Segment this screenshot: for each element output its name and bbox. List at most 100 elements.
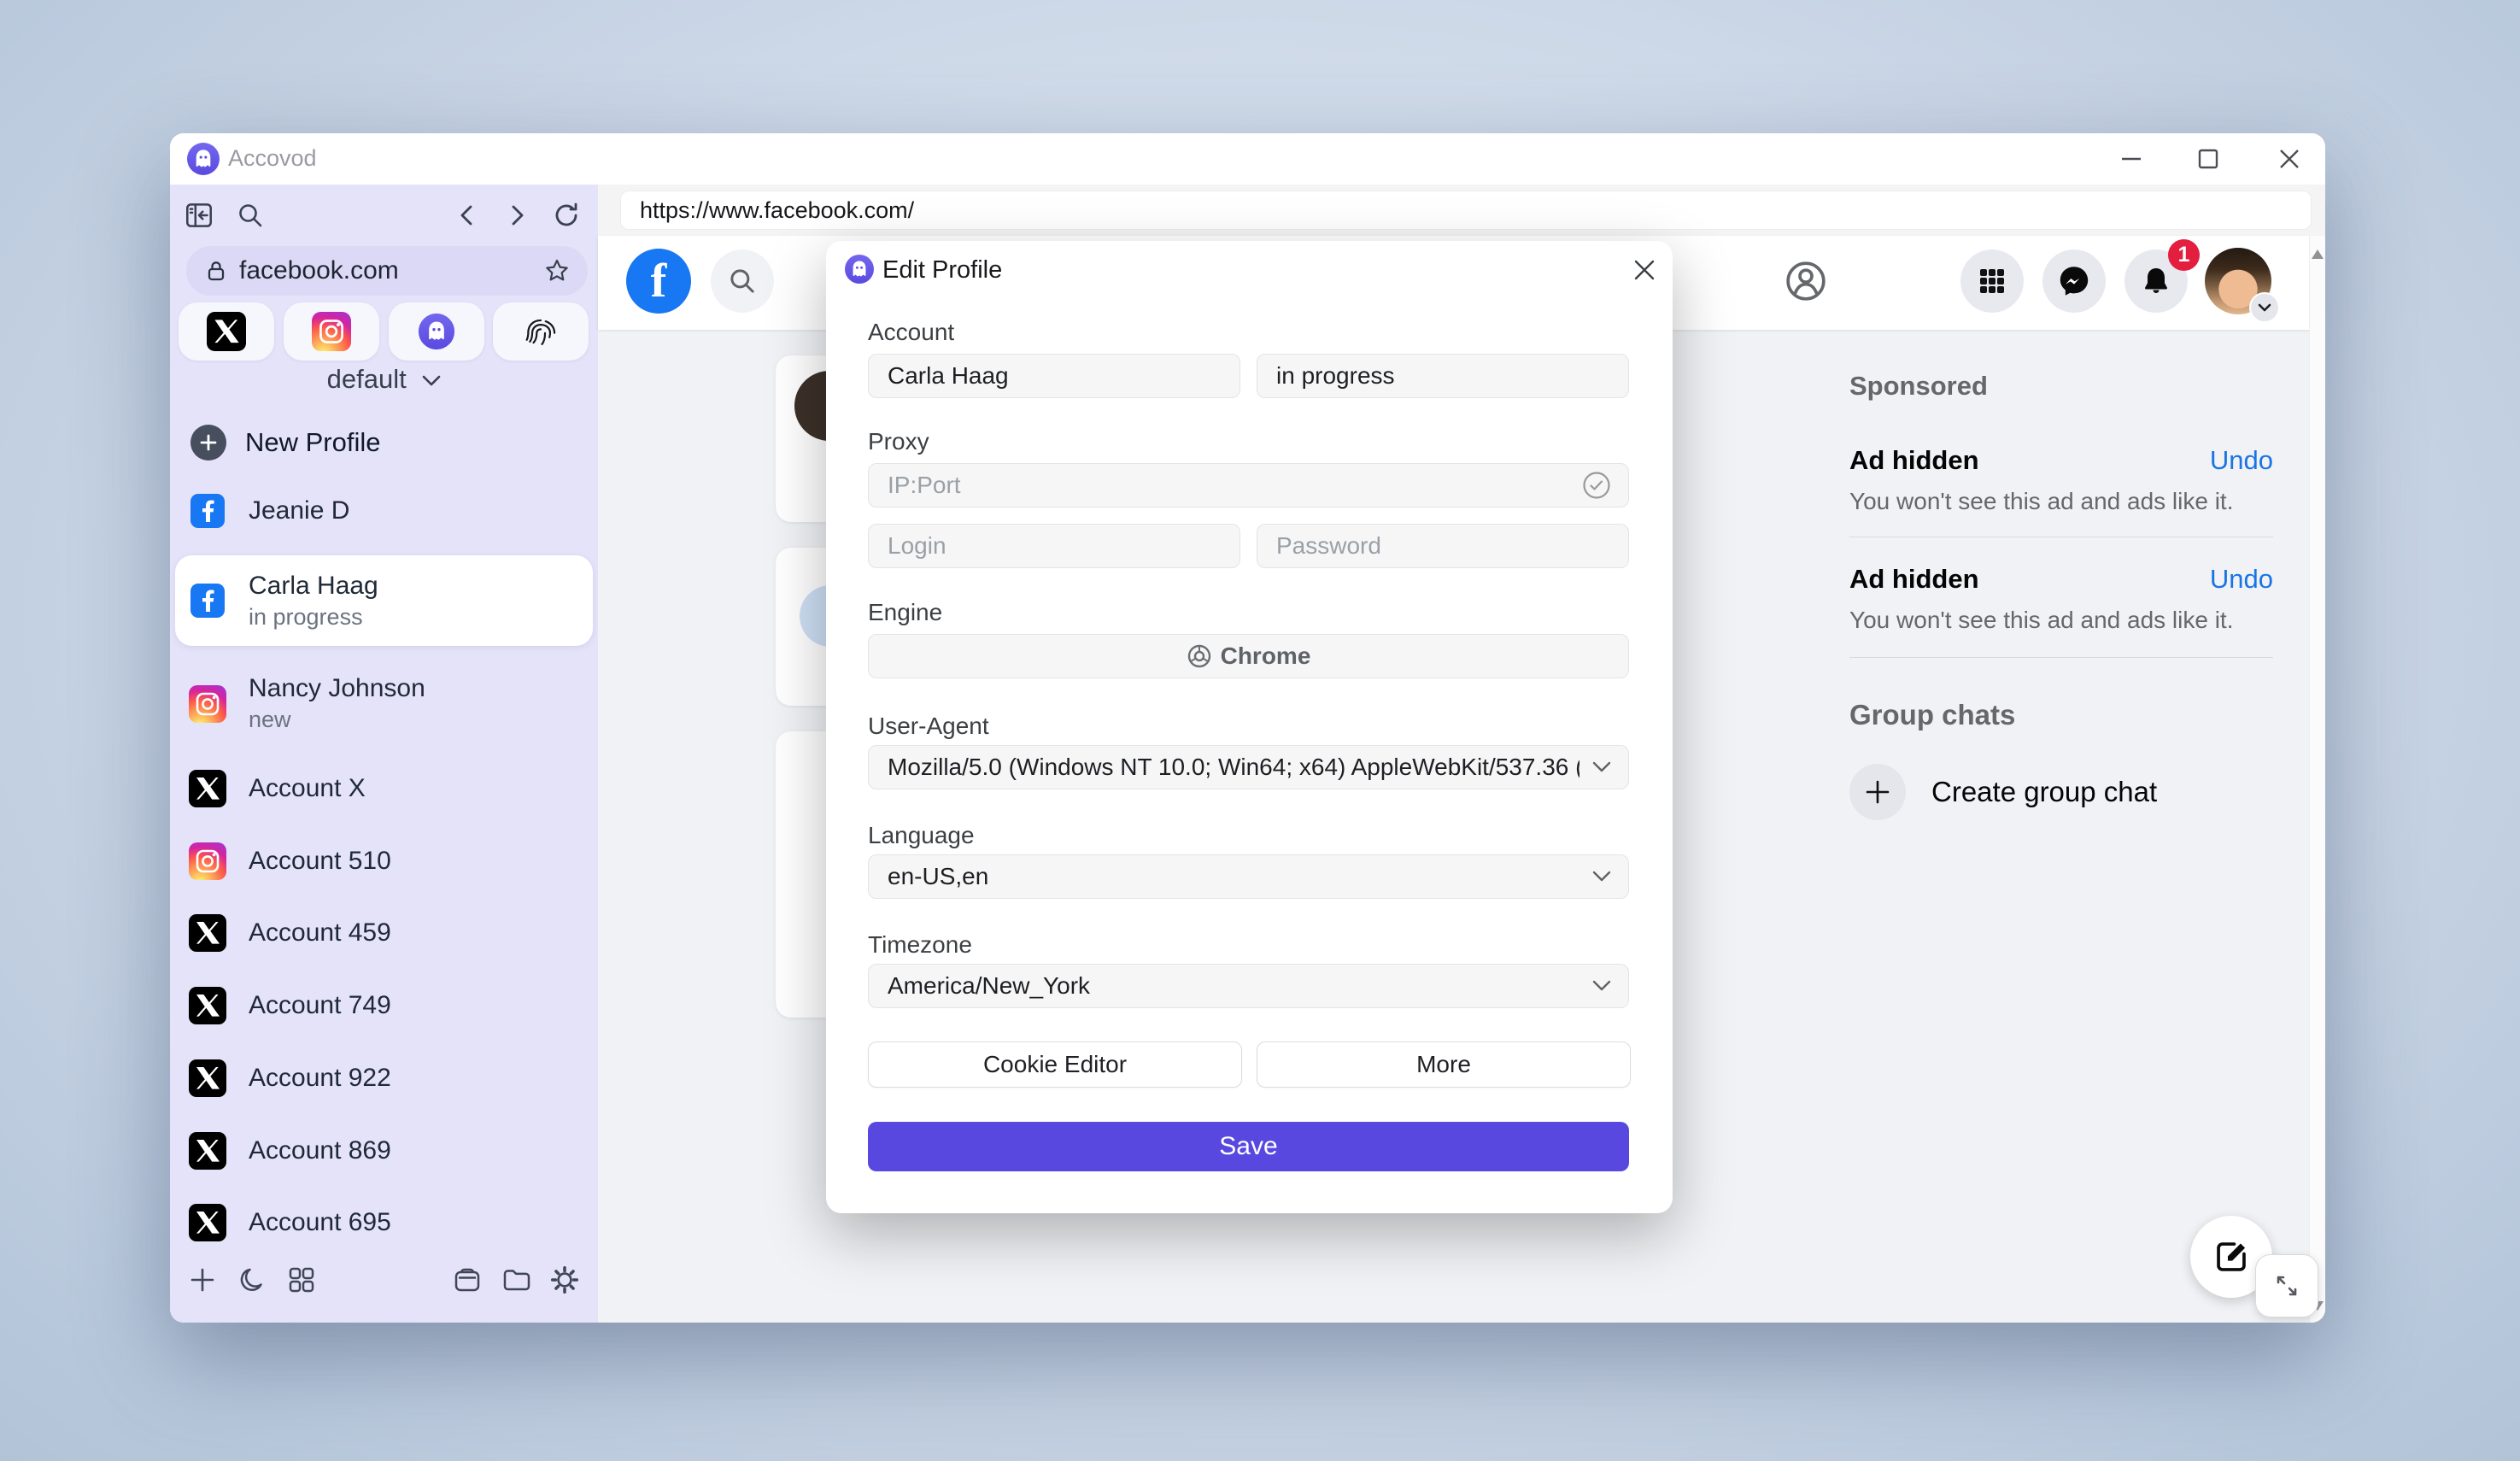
user-agent-value: Mozilla/5.0 (Windows NT 10.0; Win64; x64… bbox=[888, 754, 1579, 781]
timezone-value: America/New_York bbox=[888, 972, 1090, 1000]
menu-grid-button[interactable] bbox=[1960, 249, 2024, 313]
proxy-login-input[interactable]: Login bbox=[868, 524, 1240, 568]
accovod-window: Accovod bbox=[170, 133, 2325, 1323]
x-icon bbox=[189, 1132, 226, 1170]
sidebar: facebook.com bbox=[170, 185, 598, 1323]
close-button[interactable] bbox=[2264, 142, 2315, 176]
cookie-editor-button[interactable]: Cookie Editor bbox=[868, 1041, 1242, 1088]
maximize-button[interactable] bbox=[2183, 142, 2234, 176]
engine-label: Engine bbox=[868, 599, 942, 626]
account-status-input[interactable]: in progress bbox=[1257, 354, 1629, 398]
timezone-dropdown[interactable]: America/New_York bbox=[868, 964, 1629, 1008]
profile-name: Account 510 bbox=[249, 847, 391, 876]
bookmark-star-icon[interactable] bbox=[543, 257, 571, 285]
scroll-up-icon[interactable] bbox=[2312, 249, 2324, 259]
user-agent-dropdown[interactable]: Mozilla/5.0 (Windows NT 10.0; Win64; x64… bbox=[868, 745, 1629, 789]
facebook-logo[interactable]: f bbox=[626, 249, 691, 314]
profile-name: Account 459 bbox=[249, 918, 391, 948]
engine-value: Chrome bbox=[1221, 642, 1311, 670]
new-profile-label: New Profile bbox=[245, 427, 381, 458]
apps-grid-icon[interactable] bbox=[278, 1256, 325, 1304]
filter-instagram[interactable] bbox=[284, 302, 379, 361]
language-label: Language bbox=[868, 822, 975, 849]
profile-row[interactable]: Account 459 bbox=[175, 907, 593, 959]
notification-badge: 1 bbox=[2168, 239, 2200, 271]
engine-selector[interactable]: Chrome bbox=[868, 634, 1629, 678]
new-profile-button[interactable]: New Profile bbox=[190, 420, 381, 465]
search-icon[interactable] bbox=[231, 197, 269, 234]
messenger-button[interactable] bbox=[2042, 249, 2106, 313]
chrome-icon bbox=[1187, 643, 1212, 669]
profile-row-selected[interactable]: Carla Haagin progress bbox=[175, 555, 593, 646]
collapse-sidebar-icon[interactable] bbox=[180, 197, 218, 234]
profile-name: Account 869 bbox=[249, 1136, 391, 1165]
archive-box-icon[interactable] bbox=[443, 1256, 491, 1304]
account-name-input[interactable]: Carla Haag bbox=[868, 354, 1240, 398]
profile-name: Account 922 bbox=[249, 1064, 391, 1093]
profile-name: Account 749 bbox=[249, 991, 391, 1020]
url-toolbar: https://www.facebook.com/ bbox=[598, 185, 2325, 236]
x-icon bbox=[189, 1204, 226, 1241]
profile-row[interactable]: Account X bbox=[175, 762, 593, 815]
instagram-icon bbox=[189, 842, 226, 880]
minimize-button[interactable] bbox=[2106, 142, 2157, 176]
filter-fingerprint[interactable] bbox=[493, 302, 589, 361]
undo-link[interactable]: Undo bbox=[2210, 564, 2273, 595]
hidden-ad-card: Ad hidden Undo You won't see this ad and… bbox=[1849, 564, 2273, 634]
x-icon bbox=[189, 987, 226, 1024]
profile-row[interactable]: Account 922 bbox=[175, 1052, 593, 1105]
plus-icon bbox=[190, 425, 226, 461]
profile-name: Account 695 bbox=[249, 1208, 391, 1237]
group-dropdown[interactable]: default bbox=[170, 364, 598, 395]
facebook-icon bbox=[189, 582, 226, 619]
profile-row[interactable]: Jeanie D bbox=[175, 484, 593, 537]
back-icon[interactable] bbox=[448, 197, 486, 234]
settings-gear-icon[interactable] bbox=[541, 1256, 589, 1304]
profile-name: Nancy Johnson bbox=[249, 674, 425, 703]
timezone-label: Timezone bbox=[868, 931, 972, 959]
chevron-down-icon bbox=[1592, 761, 1611, 773]
folder-icon[interactable] bbox=[493, 1256, 541, 1304]
facebook-icon bbox=[189, 492, 226, 530]
create-group-chat-button[interactable]: Create group chat bbox=[1849, 764, 2157, 820]
filter-x[interactable] bbox=[179, 302, 274, 361]
sponsored-heading: Sponsored bbox=[1849, 371, 1988, 402]
proxy-label: Proxy bbox=[868, 428, 929, 455]
profile-row[interactable]: Nancy Johnsonnew bbox=[175, 663, 593, 744]
modal-close-icon[interactable] bbox=[1627, 253, 1661, 287]
profile-switch-icon[interactable] bbox=[1780, 255, 1831, 307]
app-title: Accovod bbox=[228, 145, 317, 172]
add-tab-icon[interactable] bbox=[179, 1256, 226, 1304]
save-button[interactable]: Save bbox=[868, 1122, 1629, 1171]
undo-link[interactable]: Undo bbox=[2210, 445, 2273, 476]
group-chats-heading: Group chats bbox=[1849, 699, 2015, 731]
profile-row[interactable]: Account 510 bbox=[175, 835, 593, 888]
scrollbar[interactable] bbox=[2309, 236, 2325, 1323]
language-dropdown[interactable]: en-US,en bbox=[868, 854, 1629, 899]
divider bbox=[1849, 657, 2273, 658]
dark-mode-moon-icon[interactable] bbox=[228, 1256, 276, 1304]
modal-title: Edit Profile bbox=[882, 256, 1002, 285]
more-button[interactable]: More bbox=[1257, 1041, 1631, 1088]
profile-name: Jeanie D bbox=[249, 496, 349, 525]
site-pill[interactable]: facebook.com bbox=[186, 246, 588, 296]
facebook-search-button[interactable] bbox=[711, 249, 774, 313]
create-group-chat-label: Create group chat bbox=[1931, 776, 2157, 808]
ad-hidden-title: Ad hidden bbox=[1849, 564, 1979, 594]
profile-row[interactable]: Account 749 bbox=[175, 979, 593, 1032]
profile-row[interactable]: Account 695 bbox=[175, 1196, 593, 1249]
url-text: https://www.facebook.com/ bbox=[640, 197, 914, 224]
expand-button[interactable] bbox=[2255, 1254, 2318, 1317]
reload-icon[interactable] bbox=[548, 197, 585, 234]
ad-hidden-description: You won't see this ad and ads like it. bbox=[1849, 488, 2273, 515]
proxy-password-input[interactable]: Password bbox=[1257, 524, 1629, 568]
forward-icon[interactable] bbox=[498, 197, 536, 234]
x-icon bbox=[207, 312, 246, 351]
filter-accovod[interactable] bbox=[389, 302, 484, 361]
accovod-ghost-icon bbox=[845, 255, 874, 284]
proxy-input[interactable]: IP:Port bbox=[868, 463, 1629, 508]
url-input[interactable]: https://www.facebook.com/ bbox=[620, 191, 2312, 230]
user-agent-label: User-Agent bbox=[868, 713, 989, 740]
ad-hidden-title: Ad hidden bbox=[1849, 445, 1979, 475]
profile-row[interactable]: Account 869 bbox=[175, 1124, 593, 1177]
